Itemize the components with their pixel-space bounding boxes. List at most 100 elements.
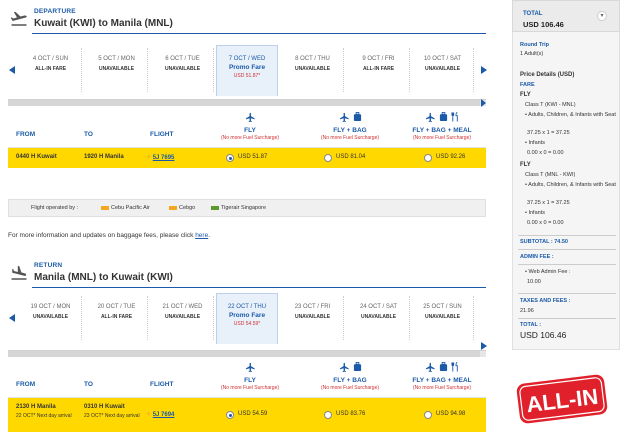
date-status: UNAVAILABLE	[424, 314, 461, 320]
fare-name: FLY	[244, 127, 256, 134]
fare-radio-fly-bag[interactable]	[324, 154, 332, 162]
summary-total-top: USD 106.46	[523, 20, 564, 29]
to-header: TO	[84, 131, 93, 138]
fare-fly-bag-meal: FLY + BAG + MEAL (No more Fuel Surcharge…	[394, 110, 490, 141]
admin-fee-label: ADMIN FEE :	[520, 254, 554, 260]
fare-radio-fly[interactable]	[226, 154, 234, 162]
date-status: ALL-IN FARE	[34, 66, 67, 72]
date-scrollbar[interactable]	[8, 350, 486, 357]
fare-note: (No more Fuel Surcharge)	[320, 135, 380, 141]
prev-dates-arrow-icon[interactable]	[9, 66, 15, 74]
date-option[interactable]: 5 OCT / MON UNAVAILABLE	[86, 48, 148, 92]
date-status: ALL-IN FARE	[362, 66, 395, 72]
airplane-icon	[339, 362, 349, 372]
fare-name: FLY + BAG	[333, 377, 367, 384]
fare-radio-fly-bag[interactable]	[324, 411, 332, 419]
flight-header: FLIGHT	[150, 131, 174, 138]
date-label: 20 OCT / TUE	[97, 304, 136, 310]
divider	[32, 33, 486, 34]
return-label: RETURN	[34, 262, 63, 269]
from-header: FROM	[16, 131, 36, 138]
date-option[interactable]: 20 OCT / TUE ALL-IN FARE	[86, 296, 148, 340]
departure-flight-row: 0440 H Kuwait 1920 H Manila ✈ 5J 7695 US…	[8, 148, 486, 168]
date-option[interactable]: 21 OCT / WED UNAVAILABLE	[152, 296, 214, 340]
return-route: Manila (MNL) to Kuwait (KWI)	[34, 272, 173, 283]
date-label: 19 OCT / MON	[30, 304, 71, 310]
date-option[interactable]: 8 OCT / THU UNAVAILABLE	[282, 48, 344, 92]
date-option[interactable]: 19 OCT / MON UNAVAILABLE	[20, 296, 82, 340]
date-label: 5 OCT / MON	[98, 56, 135, 62]
departure-time: 0440 H Kuwait	[16, 154, 57, 160]
airline-cebu-pacific: Cebu Pacific Air	[101, 205, 150, 211]
fare-price: USD 92.26	[436, 154, 466, 160]
summary-body: Round Trip 1 Adult(s) Price Details (USD…	[512, 32, 620, 350]
infant-label: • Infants	[525, 140, 545, 146]
divider	[518, 249, 616, 250]
departure-time: 2130 H Manila	[16, 404, 56, 410]
fare-note: (No more Fuel Surcharge)	[412, 385, 472, 391]
infant-label: • Infants	[525, 210, 545, 216]
promo-price: USD 51.87*	[233, 73, 261, 79]
date-option[interactable]: 10 OCT / SAT UNAVAILABLE	[412, 48, 474, 92]
date-option[interactable]: 6 OCT / TUE UNAVAILABLE	[152, 48, 214, 92]
return-date-carousel: 19 OCT / MON UNAVAILABLE 20 OCT / TUE ALL-…	[8, 293, 488, 350]
divider	[518, 264, 616, 265]
date-label: 23 OCT / FRI	[294, 304, 331, 310]
scroll-thumb[interactable]	[8, 351, 480, 357]
fare-calc: 37.25 x 1 = 37.25	[527, 200, 570, 206]
summary-title: TOTAL	[523, 11, 543, 17]
fare-radio-fly[interactable]	[226, 411, 234, 419]
next-dates-arrow-icon[interactable]	[481, 342, 487, 350]
collapse-chevron-icon[interactable]: ▾	[597, 11, 607, 21]
date-option[interactable]: 4 OCT / SUN ALL-IN FARE	[20, 48, 82, 92]
date-label: 7 OCT / WED	[228, 56, 266, 62]
fly-label: FLY	[520, 92, 531, 98]
fare-radio-fly-bag-meal[interactable]	[424, 411, 432, 419]
fare-fly: FLY (No more Fuel Surcharge)	[202, 360, 298, 391]
return-header: RETURN Manila (MNL) to Kuwait (KWI)	[8, 262, 486, 290]
fare-note: (No more Fuel Surcharge)	[220, 135, 280, 141]
operated-by-label: Flight operated by :	[31, 205, 79, 211]
arrival-time: 1920 H Manila	[84, 154, 124, 160]
date-option[interactable]: 23 OCT / FRI UNAVAILABLE	[282, 296, 344, 340]
total-value: USD 106.46	[520, 330, 567, 340]
flight-selection: DEPARTURE Kuwait (KWI) to Manila (MNL) 4…	[0, 0, 500, 439]
date-status: UNAVAILABLE	[424, 66, 461, 72]
departure-fare-header: FROM TO FLIGHT FLY (No more Fuel Surchar…	[8, 110, 486, 148]
date-option-selected[interactable]: 22 OCT / THU Promo Fare USD 54.59*	[216, 293, 278, 344]
luggage-icon	[439, 362, 447, 372]
subtotal: SUBTOTAL : 74.50	[520, 239, 568, 245]
baggage-info-link[interactable]: here	[195, 232, 208, 239]
promo-label: Promo Fare	[228, 64, 266, 71]
date-status: UNAVAILABLE	[360, 314, 397, 320]
flight-number[interactable]: ✈ 5J 7695	[146, 154, 174, 161]
fare-price: USD 54.59	[238, 411, 268, 417]
return-flight-row: 2130 H Manila 22 OCT* Next day arrival 0…	[8, 398, 486, 432]
all-in-badge-logo: ALL-IN	[516, 374, 608, 424]
promo-price: USD 54.59*	[233, 321, 261, 327]
arrival-date-note: 23 OCT* Next day arrival	[84, 413, 140, 419]
date-label: 6 OCT / TUE	[165, 56, 200, 62]
date-scrollbar[interactable]	[8, 99, 486, 107]
date-option[interactable]: 24 OCT / SAT UNAVAILABLE	[348, 296, 410, 340]
date-option[interactable]: 25 OCT / SUN UNAVAILABLE	[412, 296, 474, 340]
luggage-icon	[353, 112, 361, 122]
taxes-label: TAXES AND FEES :	[520, 298, 571, 304]
scroll-thumb[interactable]	[8, 100, 480, 106]
passenger-count: 1 Adult(s)	[520, 51, 544, 57]
flight-number[interactable]: ✈ 5J 7694	[146, 411, 174, 418]
next-dates-arrow-icon[interactable]	[481, 66, 487, 74]
arrival-time: 0310 H Kuwait	[84, 404, 125, 410]
fare-radio-fly-bag-meal[interactable]	[424, 154, 432, 162]
airplane-icon	[425, 362, 435, 372]
passenger-type: • Adults, Children, & Infants with Seat	[525, 112, 616, 118]
fare-note: (No more Fuel Surcharge)	[412, 135, 472, 141]
prev-dates-arrow-icon[interactable]	[9, 314, 15, 322]
date-label: 4 OCT / SUN	[32, 56, 69, 62]
date-option-selected[interactable]: 7 OCT / WED Promo Fare USD 51.87*	[216, 45, 278, 96]
date-option[interactable]: 9 OCT / FRI ALL-IN FARE	[348, 48, 410, 92]
fare-price: USD 94.98	[436, 411, 466, 417]
fly-label: FLY	[520, 162, 531, 168]
scroll-right-arrow-icon[interactable]	[481, 99, 486, 107]
date-label: 22 OCT / THU	[227, 304, 267, 310]
